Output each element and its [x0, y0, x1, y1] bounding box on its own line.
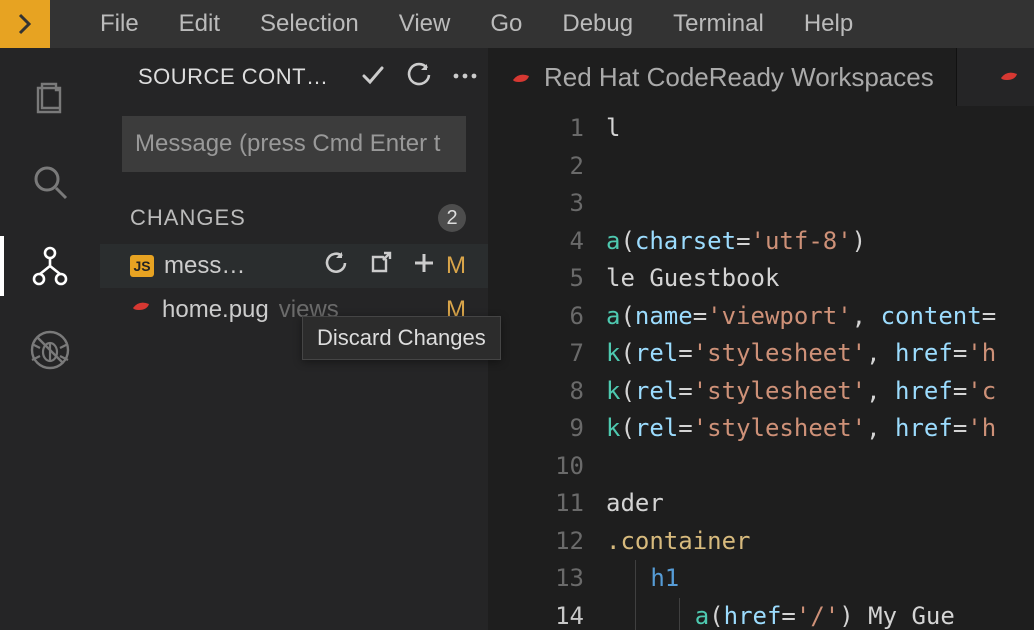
line-number: 1 [488, 110, 584, 148]
changes-count-badge: 2 [438, 204, 466, 232]
code-line: k(rel='stylesheet', href='h [606, 335, 1034, 373]
line-number: 11 [488, 485, 584, 523]
code-line: l [606, 110, 1034, 148]
more-icon[interactable] [452, 68, 478, 86]
change-row[interactable]: JS mess… M [100, 244, 488, 288]
open-file-icon[interactable] [368, 250, 394, 283]
stage-icon[interactable] [412, 251, 436, 282]
code-line: le Guestbook [606, 260, 1034, 298]
menu-item-file[interactable]: File [80, 2, 159, 46]
menu-item-view[interactable]: View [379, 2, 471, 46]
line-number: 14 [488, 598, 584, 630]
pug-file-icon [130, 296, 152, 325]
menubar: FileEditSelectionViewGoDebugTerminalHelp [0, 0, 1034, 48]
redhat-icon [510, 66, 532, 88]
menu-item-selection[interactable]: Selection [240, 2, 379, 46]
line-number: 2 [488, 148, 584, 186]
tab-bar: Red Hat CodeReady Workspaces [488, 48, 1034, 106]
menu-item-edit[interactable]: Edit [159, 2, 240, 46]
code-line: a(href='/') My Gue [606, 598, 1034, 630]
code-line: k(rel='stylesheet', href='c [606, 373, 1034, 411]
code-line [606, 185, 1034, 223]
file-name: mess… [164, 252, 245, 280]
line-number: 12 [488, 523, 584, 561]
code-line: k(rel='stylesheet', href='h [606, 410, 1034, 448]
line-number: 5 [488, 260, 584, 298]
chevron-right-icon [16, 12, 34, 36]
tab-right-icon[interactable] [984, 66, 1034, 88]
discard-icon[interactable] [324, 250, 350, 283]
menu-item-debug[interactable]: Debug [542, 2, 653, 46]
line-number: 8 [488, 373, 584, 411]
search-icon[interactable] [26, 158, 74, 206]
code-line: a(name='viewport', content= [606, 298, 1034, 336]
file-status: M [446, 252, 466, 280]
menu-item-go[interactable]: Go [470, 2, 542, 46]
code-line: h1 [606, 560, 1034, 598]
discard-changes-tooltip: Discard Changes [302, 316, 501, 360]
line-number: 3 [488, 185, 584, 223]
code-line [606, 448, 1034, 486]
code-line: a(charset='utf-8') [606, 223, 1034, 261]
home-button[interactable] [0, 0, 50, 48]
line-number: 6 [488, 298, 584, 336]
changes-label: CHANGES [130, 205, 246, 231]
line-number: 13 [488, 560, 584, 598]
code-line [606, 148, 1034, 186]
menu-item-terminal[interactable]: Terminal [653, 2, 784, 46]
panel-title: SOURCE CONT… [138, 64, 329, 90]
tab-title: Red Hat CodeReady Workspaces [544, 62, 934, 93]
explorer-icon[interactable] [26, 74, 74, 122]
js-file-icon: JS [130, 255, 154, 277]
line-number: 10 [488, 448, 584, 486]
source-control-icon[interactable] [26, 242, 74, 290]
line-number: 9 [488, 410, 584, 448]
file-name: home.pug [162, 296, 269, 324]
line-number: 7 [488, 335, 584, 373]
menu-item-help[interactable]: Help [784, 2, 873, 46]
line-number: 4 [488, 223, 584, 261]
code-content[interactable]: l a(charset='utf-8')le Guestbooka(name='v… [606, 106, 1034, 630]
tab-active[interactable]: Red Hat CodeReady Workspaces [488, 48, 957, 106]
commit-message-input[interactable] [122, 116, 466, 172]
debug-icon[interactable] [26, 326, 74, 374]
code-line: ader [606, 485, 1034, 523]
line-number-gutter: 1234567891011121314 [488, 106, 606, 630]
refresh-icon[interactable] [406, 62, 432, 93]
editor: Red Hat CodeReady Workspaces 12345678910… [488, 48, 1034, 630]
commit-icon[interactable] [360, 62, 386, 93]
activity-bar [0, 48, 100, 630]
code-line: .container [606, 523, 1034, 561]
